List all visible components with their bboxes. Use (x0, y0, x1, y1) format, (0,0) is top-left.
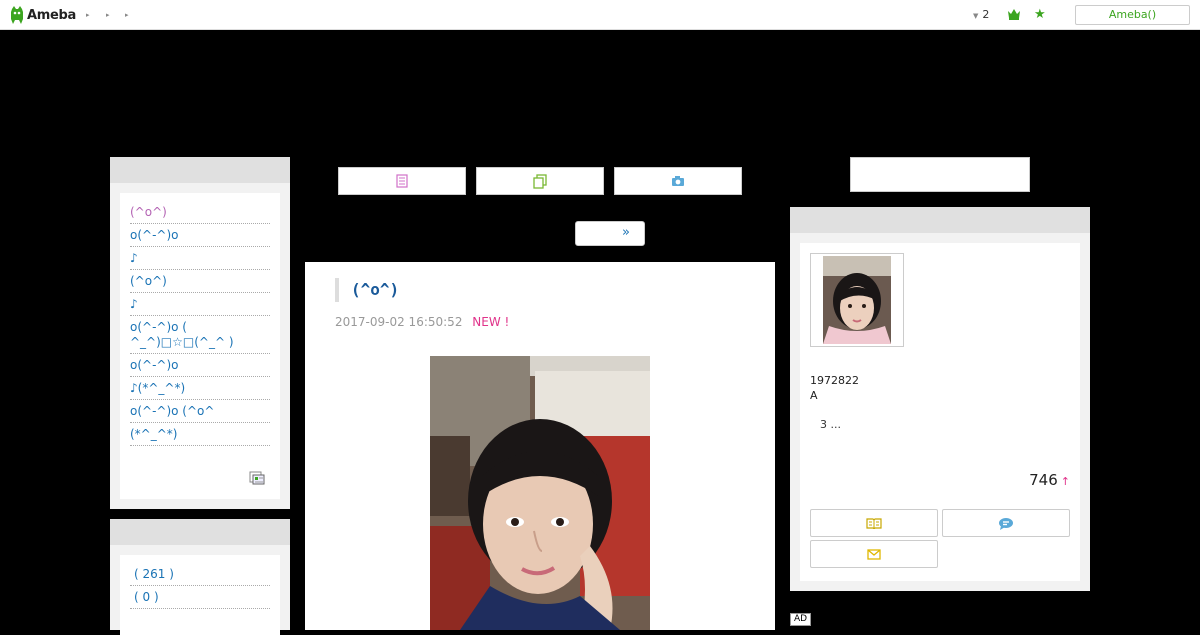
entry-link-5[interactable]: ♪ (130, 293, 270, 316)
profile-box: 1972822 A 3 ... 746 ↑ (790, 207, 1090, 591)
notification-dropdown[interactable]: ▼ 2 (973, 8, 989, 21)
entry-link-8[interactable]: ♪(*^_^*) (130, 377, 270, 400)
theme-link-2[interactable]: ( 0 ) (130, 586, 270, 609)
themes-heading (110, 519, 290, 545)
article-date: 2017-09-02 16:50:52 (335, 315, 463, 329)
reader-count: 746 ↑ (1029, 471, 1070, 489)
new-badge: NEW ! (472, 315, 510, 329)
global-header: Ameba ▸ ▸ ▸ ▼ 2 ★ Ameba() (0, 0, 1200, 30)
avatar-image (823, 256, 891, 344)
entry-link-4[interactable]: (^o^) (130, 270, 270, 293)
caret-down-icon: ▼ (973, 12, 979, 20)
entry-list-icon[interactable] (249, 471, 265, 485)
theme-link-1[interactable]: ( 261 ) (130, 563, 270, 586)
chat-bubble-icon (999, 517, 1013, 530)
entry-link-2[interactable]: o(^-^)o (130, 224, 270, 247)
message-button[interactable] (942, 509, 1070, 537)
camera-icon (672, 176, 684, 186)
star-icon[interactable]: ★ (1034, 7, 1046, 22)
entry-link-9[interactable]: o(^-^)o (^o^ (130, 400, 270, 423)
entry-link-6[interactable]: o(^-^)o ( ^_^)□☆□(^_^ ) (130, 316, 270, 354)
portrait-image (430, 356, 650, 630)
entry-link-7[interactable]: o(^-^)o (130, 354, 270, 377)
tab-blog[interactable] (338, 167, 466, 195)
profile-id: 1972822 A (810, 373, 859, 403)
article-title[interactable]: (^o^) (335, 278, 399, 302)
recent-entries-heading (110, 157, 290, 183)
recent-entries-panel: (^o^) o(^-^)o ♪ (^o^) ♪ o(^-^)o ( ^_^)□☆… (120, 193, 280, 499)
copy-icon (533, 173, 547, 189)
recent-entries-list: (^o^) o(^-^)o ♪ (^o^) ♪ o(^-^)o ( ^_^)□☆… (130, 201, 270, 446)
reader-count-value: 746 (1029, 471, 1058, 489)
article-meta: 2017-09-02 16:50:52 NEW ! (335, 315, 509, 329)
nav-arrow-2[interactable]: ▸ (106, 11, 110, 19)
up-arrow-icon: ↑ (1060, 475, 1070, 488)
themes-panel: ( 261 ) ( 0 ) (120, 555, 280, 635)
logo-text: Ameba (27, 7, 77, 23)
profile-description[interactable]: 3 ... (820, 418, 841, 431)
tab-photos[interactable] (614, 167, 742, 195)
entry-link-3[interactable]: ♪ (130, 247, 270, 270)
book-icon (866, 518, 882, 529)
article: (^o^) 2017-09-02 16:50:52 NEW ! (305, 262, 775, 630)
entry-link-10[interactable]: (*^_^*) (130, 423, 270, 446)
themes-list: ( 261 ) ( 0 ) (130, 563, 270, 609)
crown-icon[interactable] (1007, 8, 1021, 20)
mail-button[interactable] (810, 540, 938, 568)
profile-id-line2: A (810, 389, 818, 402)
next-page-button[interactable]: » (575, 221, 645, 246)
article-photo[interactable] (430, 356, 650, 630)
ameba-logo[interactable]: Ameba (10, 6, 76, 24)
search-area[interactable] (850, 157, 1030, 192)
notification-count: 2 (982, 8, 990, 21)
ameba-mascot-icon (11, 6, 23, 24)
tab-entries[interactable] (476, 167, 604, 195)
entry-link-1[interactable]: (^o^) (130, 201, 270, 224)
profile-avatar[interactable] (810, 253, 904, 347)
envelope-icon (867, 548, 881, 560)
nav-arrow-1[interactable]: ▸ (86, 11, 90, 19)
nav-arrow-3[interactable]: ▸ (125, 11, 129, 19)
ameba-account-button[interactable]: Ameba() (1075, 5, 1190, 25)
ad-badge: AD (790, 613, 812, 626)
themes-box: ( 261 ) ( 0 ) (110, 519, 290, 635)
recent-entries-box: (^o^) o(^-^)o ♪ (^o^) ♪ o(^-^)o ( ^_^)□☆… (110, 157, 290, 509)
profile-heading (790, 207, 1090, 233)
document-icon (396, 174, 408, 188)
reader-register-button[interactable] (810, 509, 938, 537)
profile-panel: 1972822 A 3 ... 746 ↑ (800, 243, 1080, 581)
profile-id-line1: 1972822 (810, 374, 859, 387)
